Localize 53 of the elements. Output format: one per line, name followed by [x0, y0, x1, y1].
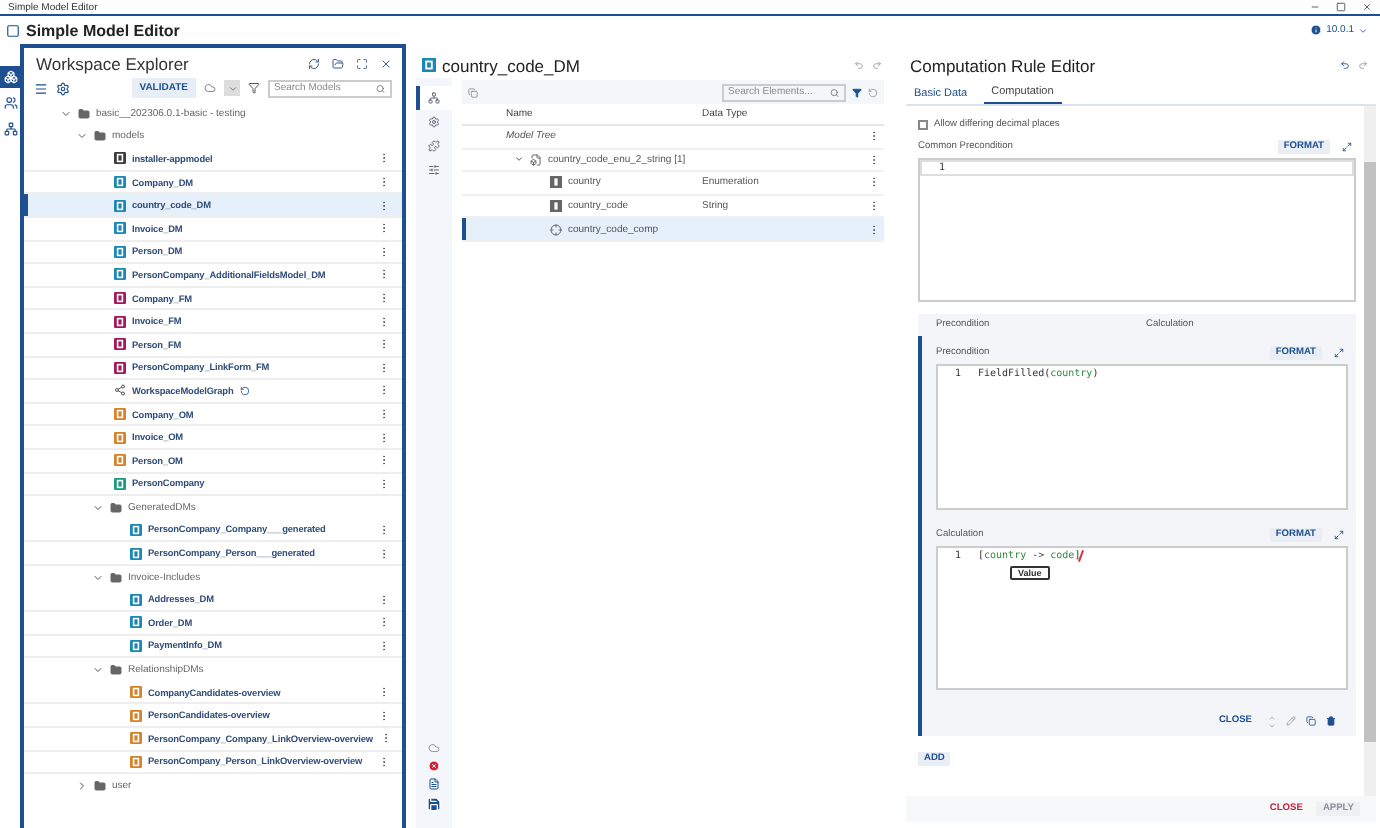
refresh-icon[interactable]: [239, 385, 250, 396]
undo-icon[interactable]: [1340, 60, 1350, 70]
error-icon[interactable]: [428, 760, 440, 772]
copy-icon[interactable]: [1306, 716, 1316, 726]
editor-title: Computation Rule Editor: [910, 55, 1096, 75]
panel-title: Workspace Explorer: [36, 53, 189, 73]
caret-icon: [227, 83, 237, 93]
filter-icon[interactable]: [248, 82, 260, 94]
expand-icon[interactable]: [1334, 529, 1344, 539]
folder-icon: [110, 664, 122, 677]
expand-icon[interactable]: [1334, 347, 1344, 357]
close-icon[interactable]: [379, 57, 391, 69]
refresh-icon[interactable]: [307, 57, 319, 69]
expand-caret-icon[interactable]: [514, 154, 524, 165]
app-model-icon: [114, 152, 126, 165]
info-icon[interactable]: [1310, 24, 1323, 36]
users-icon[interactable]: [0, 92, 20, 114]
app-title: Simple Model Editor: [26, 21, 180, 39]
text-cursor: [1078, 550, 1085, 562]
models-icon[interactable]: [0, 66, 20, 88]
search-icon: [376, 83, 386, 93]
editor-title: country_code_DM: [442, 55, 580, 75]
folder-icon: [94, 130, 106, 143]
hierarchy-icon[interactable]: [416, 86, 452, 110]
folder-icon: [78, 107, 90, 120]
cloud-icon[interactable]: [428, 742, 440, 754]
folder-icon: [94, 780, 106, 793]
save-icon[interactable]: [426, 796, 442, 812]
app-logo-icon: [6, 23, 20, 37]
folder-icon: [110, 501, 122, 514]
business-object-icon: [114, 477, 126, 490]
graph-icon: [114, 384, 126, 397]
cloud-icon[interactable]: [204, 82, 216, 94]
folder-icon: [110, 571, 122, 584]
filter-icon[interactable]: [852, 87, 862, 97]
data-model-icon: [422, 58, 436, 72]
search-icon: [830, 87, 840, 97]
expand-icon[interactable]: [1342, 141, 1352, 151]
menu-icon[interactable]: [34, 81, 48, 95]
caret-icon[interactable]: [1358, 25, 1368, 35]
scrollbar[interactable]: [1364, 106, 1376, 796]
document-icon[interactable]: [428, 778, 440, 790]
attribute-icon: [550, 200, 562, 213]
maximize-icon[interactable]: [1336, 2, 1346, 12]
folder-icon[interactable]: [331, 57, 343, 69]
attribute-icon: [550, 176, 562, 189]
checkbox[interactable]: [918, 119, 928, 129]
group-icon: [530, 153, 542, 166]
network-icon[interactable]: [0, 118, 20, 140]
computation-icon: [550, 223, 562, 236]
settings-icon[interactable]: [56, 81, 70, 95]
delete-icon[interactable]: [1326, 716, 1336, 726]
copy-icon[interactable]: [468, 87, 478, 97]
